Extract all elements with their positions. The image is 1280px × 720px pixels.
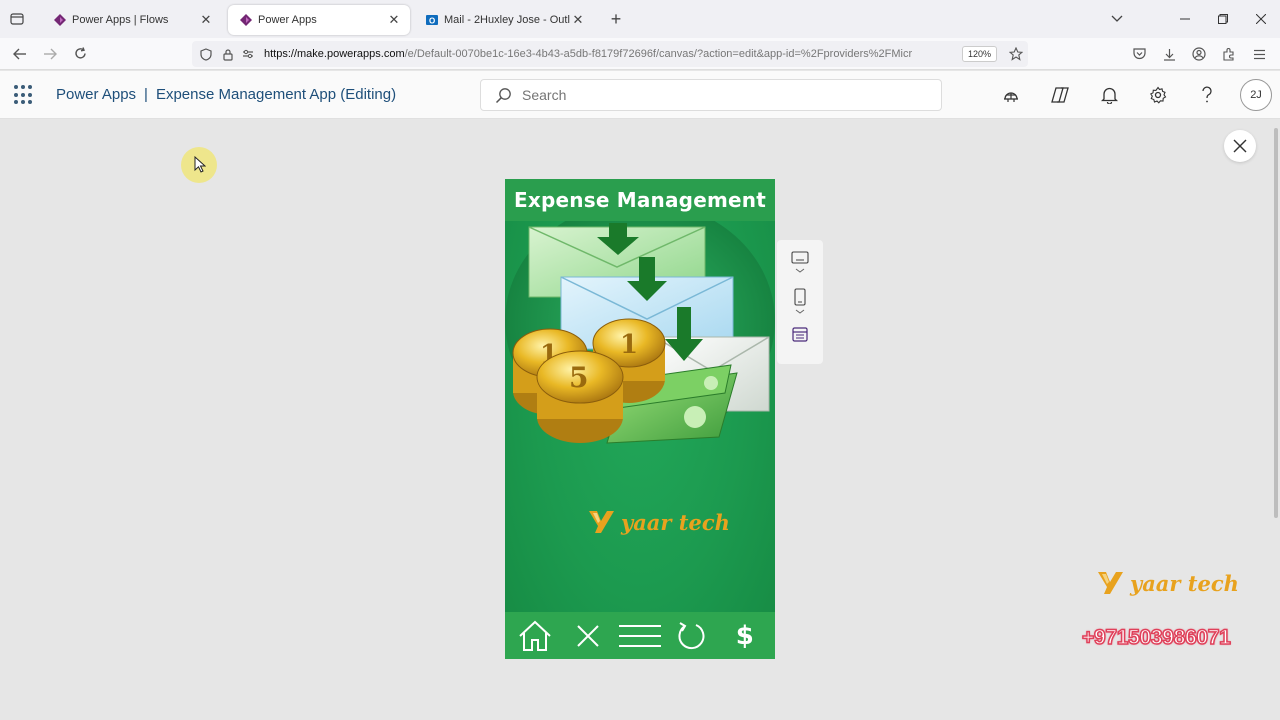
expense-hero-image: 1 1 5 xyxy=(505,221,775,444)
tab-outlook-mail[interactable]: O Mail - 2Huxley Jose - Outlook ✕ xyxy=(414,5,594,35)
tab-powerapps[interactable]: Power Apps ✕ xyxy=(228,5,410,35)
close-window-icon[interactable] xyxy=(1242,0,1280,38)
site-permissions-icon[interactable] xyxy=(242,49,254,59)
browser-tab-strip: Power Apps | Flows ✕ Power Apps ✕ O Mail… xyxy=(0,0,1280,38)
search-input[interactable] xyxy=(522,87,902,103)
close-icon xyxy=(1233,139,1247,153)
url-domain: https://make.powerapps.com xyxy=(264,48,405,60)
yaar-tech-logo-icon xyxy=(589,511,614,533)
yaar-tech-logo-icon xyxy=(1098,572,1123,594)
title-separator: | xyxy=(144,86,148,103)
refresh-icon[interactable] xyxy=(670,616,714,656)
tab-title: Mail - 2Huxley Jose - Outlook xyxy=(444,14,570,26)
restore-icon[interactable] xyxy=(1204,0,1242,38)
back-icon[interactable] xyxy=(5,39,35,69)
tab-list-icon[interactable] xyxy=(0,0,34,38)
powerapps-icon xyxy=(54,14,66,26)
url-text: https://make.powerapps.com/e/Default-007… xyxy=(264,48,954,60)
app-screen-title: Expense Management xyxy=(514,188,766,212)
powerapps-icon xyxy=(240,14,252,26)
new-tab-button[interactable]: + xyxy=(602,5,630,33)
outlook-icon: O xyxy=(426,15,438,26)
app-footer-nav: $ xyxy=(505,612,775,659)
page-title: Power Apps | Expense Management App (Editi… xyxy=(56,86,396,103)
toolbar-right xyxy=(1124,39,1274,69)
lock-icon[interactable] xyxy=(222,48,234,61)
help-icon[interactable] xyxy=(1191,79,1223,111)
minimize-icon[interactable] xyxy=(1166,0,1204,38)
hamburger-menu-icon[interactable] xyxy=(1244,39,1274,69)
mouse-pointer-icon xyxy=(194,156,206,173)
tab-close-icon[interactable]: ✕ xyxy=(198,12,214,28)
search-icon xyxy=(495,87,511,103)
settings-gear-icon[interactable] xyxy=(1142,79,1174,111)
chevron-down-icon[interactable] xyxy=(1098,0,1136,38)
dollar-label: $ xyxy=(735,620,754,651)
svg-text:O: O xyxy=(429,17,435,26)
vertical-scrollbar[interactable] xyxy=(1274,128,1278,518)
device-toolbar xyxy=(777,240,823,364)
pocket-icon[interactable] xyxy=(1124,39,1154,69)
browser-nav-bar: https://make.powerapps.com/e/Default-007… xyxy=(0,38,1280,70)
search-box[interactable] xyxy=(480,79,942,111)
bookmark-star-icon[interactable] xyxy=(1009,47,1024,61)
tab-title: Power Apps | Flows xyxy=(72,14,169,26)
account-icon[interactable] xyxy=(1184,39,1214,69)
yaar-tech-logo: yaar tech xyxy=(587,509,730,535)
home-icon[interactable] xyxy=(513,616,557,656)
user-avatar[interactable]: 2J xyxy=(1240,79,1272,111)
reload-icon[interactable] xyxy=(65,39,95,69)
close-preview-button[interactable] xyxy=(1224,130,1256,162)
forward-icon[interactable] xyxy=(35,39,65,69)
menu-icon[interactable] xyxy=(618,616,662,656)
download-icon[interactable] xyxy=(1154,39,1184,69)
watermark-brand-text: yaar tech xyxy=(1130,570,1239,596)
calendar-toggle-icon[interactable] xyxy=(785,326,815,364)
close-icon[interactable] xyxy=(566,616,610,656)
app-launcher-icon[interactable] xyxy=(14,85,34,105)
watermark-logo: yaar tech xyxy=(1096,570,1239,596)
header-actions xyxy=(995,79,1240,111)
tab-title: Power Apps xyxy=(258,14,317,26)
svg-text:5: 5 xyxy=(569,361,588,394)
url-path: /e/Default-0070be1c-16e3-4b43-a5db-f8179… xyxy=(404,48,913,60)
app-title: Expense Management App (Editing) xyxy=(155,86,397,103)
window-controls xyxy=(1098,0,1280,38)
copilot-icon[interactable] xyxy=(1044,79,1076,111)
powerapps-brand-link[interactable]: Power Apps xyxy=(56,86,136,103)
address-bar[interactable]: https://make.powerapps.com/e/Default-007… xyxy=(192,41,1028,67)
app-preview-screen: Expense Management 1 1 5 yaar tech $ xyxy=(505,179,775,659)
tab-powerapps-flows[interactable]: Power Apps | Flows ✕ xyxy=(42,5,222,35)
environment-icon[interactable] xyxy=(995,79,1027,111)
tablet-layout-icon[interactable] xyxy=(785,250,815,288)
notifications-bell-icon[interactable] xyxy=(1093,79,1125,111)
shield-icon[interactable] xyxy=(200,47,212,61)
app-brand-text: yaar tech xyxy=(621,509,730,535)
extensions-icon[interactable] xyxy=(1214,39,1244,69)
powerapps-header: Power Apps | Expense Management App (Editi… xyxy=(0,71,1280,119)
dollar-icon[interactable]: $ xyxy=(723,616,767,656)
svg-text:1: 1 xyxy=(620,330,638,360)
app-header: Expense Management xyxy=(505,179,775,221)
zoom-level[interactable]: 120% xyxy=(962,46,998,62)
watermark-phone-number: +971503986071 xyxy=(1081,625,1231,650)
phone-layout-icon[interactable] xyxy=(785,288,815,326)
tab-close-icon[interactable]: ✕ xyxy=(386,12,402,28)
tab-close-icon[interactable]: ✕ xyxy=(570,12,586,28)
